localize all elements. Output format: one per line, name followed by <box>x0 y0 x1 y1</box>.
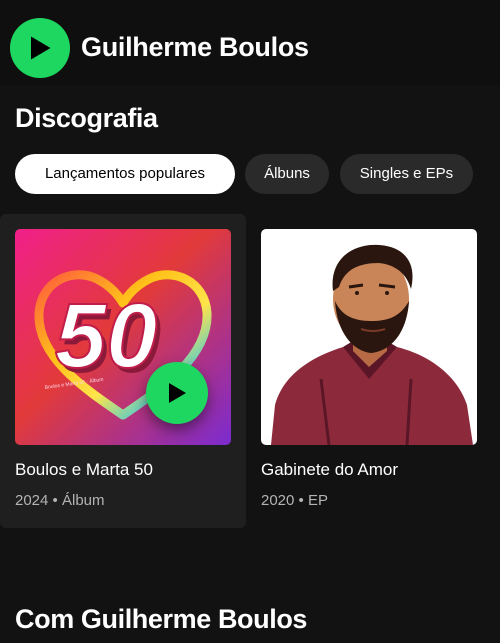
release-title[interactable]: Gabinete do Amor <box>261 458 398 482</box>
ep-cover-portrait <box>261 229 477 445</box>
play-button[interactable] <box>10 18 70 78</box>
meta-separator: • <box>52 492 58 509</box>
play-icon <box>31 36 51 60</box>
release-card-boulos-e-marta-50[interactable]: 50 50 Boulos e Marta 50 · Álbum Boulos e… <box>0 214 246 528</box>
release-meta: 2024 • Álbum <box>15 490 105 512</box>
discography-heading[interactable]: Discografia <box>15 100 158 136</box>
release-meta: 2020 • EP <box>261 490 328 512</box>
filter-chip-albums[interactable]: Álbuns <box>245 154 329 194</box>
ep-cover <box>261 229 477 445</box>
cover-number: 50 <box>55 285 157 387</box>
release-title[interactable]: Boulos e Marta 50 <box>15 458 153 482</box>
release-type: Álbum <box>61 492 105 509</box>
release-type: EP <box>307 492 328 509</box>
meta-separator: • <box>298 492 304 509</box>
artist-header-bar: Guilherme Boulos <box>0 0 500 86</box>
with-artist-heading[interactable]: Com Guilherme Boulos <box>15 600 307 638</box>
filter-chip-popular-releases[interactable]: Lançamentos populares <box>15 154 235 194</box>
release-year: 2024 <box>15 492 49 509</box>
release-card-gabinete-do-amor[interactable]: Gabinete do Amor 2020 • EP <box>246 214 492 528</box>
filter-chip-singles-eps[interactable]: Singles e EPs <box>340 154 473 194</box>
release-year: 2020 <box>261 492 295 509</box>
artist-name: Guilherme Boulos <box>81 32 309 62</box>
album-play-button[interactable] <box>146 362 208 424</box>
play-icon <box>169 383 186 403</box>
